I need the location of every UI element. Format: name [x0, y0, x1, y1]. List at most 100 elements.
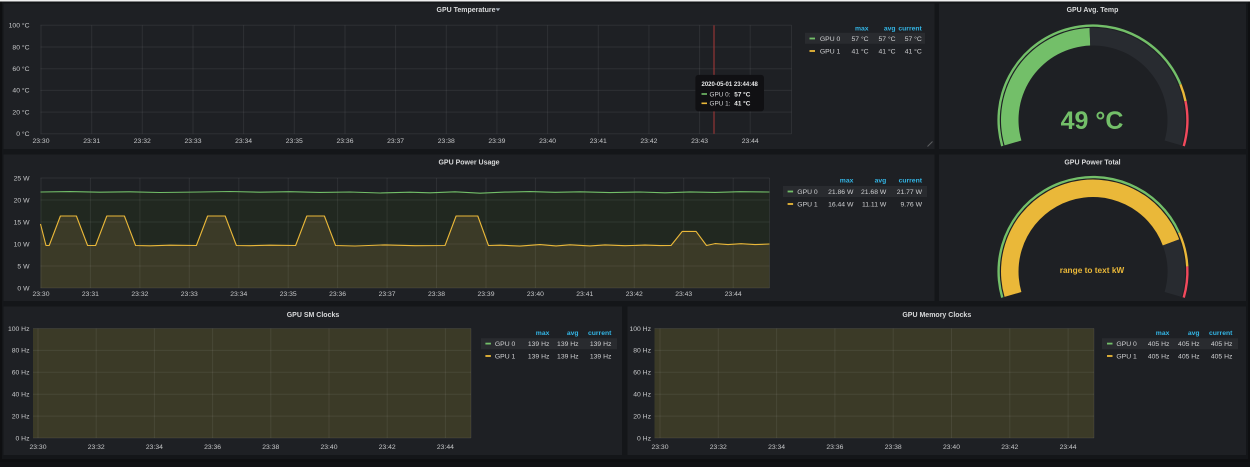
svg-text:139 Hz: 139 Hz [590, 353, 612, 360]
svg-text:41 °C: 41 °C [905, 47, 922, 55]
svg-text:23:38: 23:38 [428, 291, 445, 298]
svg-text:23:41: 23:41 [590, 138, 607, 145]
svg-text:5 W: 5 W [17, 263, 30, 270]
svg-text:23:40: 23:40 [527, 291, 544, 298]
svg-text:21.86 W: 21.86 W [828, 189, 854, 196]
svg-text:23:36: 23:36 [336, 138, 353, 145]
svg-text:GPU 0: GPU 0 [797, 189, 818, 196]
svg-text:40 Hz: 40 Hz [633, 392, 651, 399]
svg-text:23:33: 23:33 [181, 291, 198, 298]
svg-text:40 Hz: 40 Hz [12, 392, 30, 399]
svg-text:23:32: 23:32 [710, 444, 727, 451]
svg-text:41 °C: 41 °C [879, 47, 896, 55]
svg-text:current: current [899, 178, 923, 185]
svg-text:41 °C: 41 °C [734, 100, 750, 108]
svg-text:23:34: 23:34 [768, 444, 785, 451]
svg-text:23:41: 23:41 [576, 291, 593, 298]
svg-text:23:34: 23:34 [230, 291, 247, 298]
svg-text:23:36: 23:36 [329, 291, 346, 298]
svg-text:405 Hz: 405 Hz [1178, 341, 1200, 348]
svg-text:20 °C: 20 °C [12, 108, 29, 116]
svg-text:60 Hz: 60 Hz [633, 370, 651, 377]
svg-text:139 Hz: 139 Hz [590, 341, 612, 348]
svg-text:0 Hz: 0 Hz [16, 435, 31, 442]
svg-text:80 °C: 80 °C [12, 43, 29, 51]
svg-text:GPU 1: GPU 1 [797, 201, 818, 208]
svg-text:405 Hz: 405 Hz [1178, 353, 1200, 360]
svg-text:80 Hz: 80 Hz [633, 348, 651, 355]
svg-text:139 Hz: 139 Hz [557, 353, 579, 360]
svg-text:405 Hz: 405 Hz [1148, 341, 1170, 348]
svg-text:23:30: 23:30 [29, 444, 46, 451]
svg-text:9.76 W: 9.76 W [900, 201, 922, 208]
svg-text:23:42: 23:42 [379, 444, 396, 451]
svg-text:max: max [840, 178, 854, 185]
svg-text:0 W: 0 W [17, 285, 30, 292]
svg-text:avg: avg [567, 330, 579, 337]
svg-text:GPU Power Total: GPU Power Total [1064, 160, 1120, 167]
svg-text:23:37: 23:37 [379, 291, 396, 298]
svg-text:23:34: 23:34 [235, 138, 252, 145]
svg-text:16.44 W: 16.44 W [828, 201, 854, 208]
svg-text:23:30: 23:30 [32, 291, 49, 298]
svg-text:41 °C: 41 °C [852, 47, 869, 55]
svg-text:15 W: 15 W [14, 219, 30, 226]
svg-text:23:35: 23:35 [280, 291, 297, 298]
svg-text:10 W: 10 W [14, 241, 30, 248]
svg-text:57 °C: 57 °C [905, 35, 922, 43]
svg-text:80 Hz: 80 Hz [12, 348, 30, 355]
svg-text:139 Hz: 139 Hz [528, 353, 550, 360]
svg-text:100 °C: 100 °C [9, 22, 30, 30]
svg-text:avg: avg [875, 178, 887, 185]
svg-text:23:32: 23:32 [131, 291, 148, 298]
svg-text:GPU 1: GPU 1 [820, 48, 841, 55]
svg-text:23:36: 23:36 [826, 444, 843, 451]
svg-text:60 Hz: 60 Hz [12, 370, 30, 377]
svg-text:23:42: 23:42 [640, 138, 657, 145]
svg-text:GPU Power Usage: GPU Power Usage [438, 160, 499, 167]
svg-text:23:32: 23:32 [134, 138, 151, 145]
svg-text:57 °C: 57 °C [852, 35, 869, 43]
svg-text:23:42: 23:42 [1001, 444, 1018, 451]
svg-text:23:44: 23:44 [437, 444, 454, 451]
svg-text:23:38: 23:38 [885, 444, 902, 451]
svg-text:23:43: 23:43 [675, 291, 692, 298]
svg-text:23:30: 23:30 [651, 444, 668, 451]
svg-text:20 W: 20 W [14, 197, 30, 204]
svg-text:49 °C: 49 °C [1061, 107, 1124, 135]
svg-text:GPU 0: GPU 0 [820, 36, 841, 43]
svg-text:60 °C: 60 °C [12, 65, 29, 73]
svg-text:2020-05-01 23:44:48: 2020-05-01 23:44:48 [702, 82, 759, 88]
svg-text:405 Hz: 405 Hz [1148, 353, 1170, 360]
svg-text:139 Hz: 139 Hz [557, 341, 579, 348]
svg-text:23:38: 23:38 [438, 138, 455, 145]
svg-text:23:40: 23:40 [320, 444, 337, 451]
svg-text:21.68 W: 21.68 W [861, 189, 887, 196]
svg-text:23:39: 23:39 [488, 138, 505, 145]
svg-text:current: current [1209, 330, 1233, 337]
svg-text:max: max [1156, 330, 1170, 337]
svg-text:40 °C: 40 °C [12, 87, 29, 95]
svg-text:23:32: 23:32 [88, 444, 105, 451]
svg-text:405 Hz: 405 Hz [1211, 341, 1233, 348]
svg-text:23:43: 23:43 [691, 138, 708, 145]
svg-text:100 Hz: 100 Hz [629, 326, 651, 333]
svg-text:11.11 W: 11.11 W [862, 201, 887, 208]
svg-text:405 Hz: 405 Hz [1211, 353, 1233, 360]
svg-text:23:34: 23:34 [146, 444, 163, 451]
svg-text:23:31: 23:31 [82, 291, 99, 298]
svg-text:23:44: 23:44 [742, 138, 759, 145]
svg-text:23:36: 23:36 [204, 444, 221, 451]
svg-text:avg: avg [1188, 330, 1200, 337]
svg-text:max: max [536, 330, 550, 337]
svg-text:23:33: 23:33 [184, 138, 201, 145]
svg-text:23:38: 23:38 [262, 444, 279, 451]
svg-text:23:35: 23:35 [286, 138, 303, 145]
svg-text:20 Hz: 20 Hz [12, 413, 30, 420]
svg-text:GPU 0: GPU 0 [1116, 341, 1137, 348]
svg-text:23:31: 23:31 [83, 138, 100, 145]
svg-text:current: current [588, 330, 612, 337]
svg-text:23:40: 23:40 [539, 138, 556, 145]
svg-text:GPU 1: GPU 1 [1116, 353, 1137, 360]
svg-text:23:44: 23:44 [725, 291, 742, 298]
